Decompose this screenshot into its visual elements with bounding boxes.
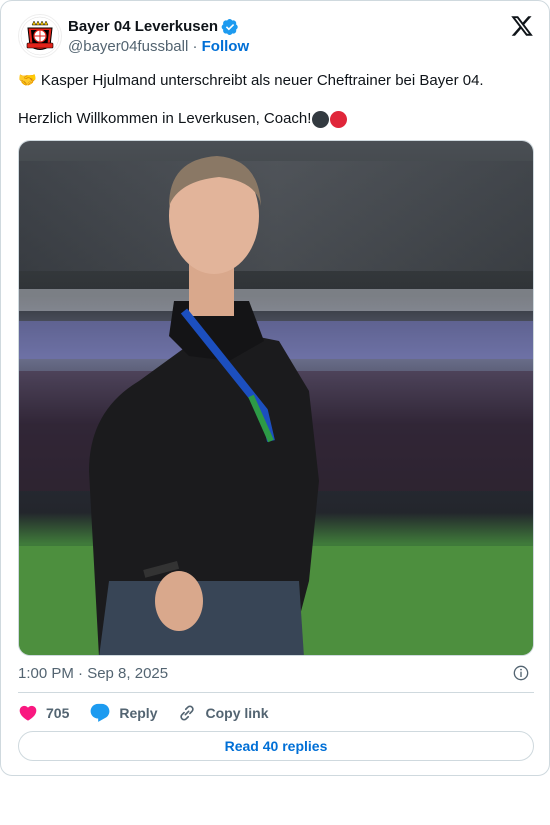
handle[interactable]: @bayer04fussball (68, 38, 188, 55)
black-circle-emoji (312, 110, 330, 128)
coach-photo-illustration (19, 141, 533, 655)
verified-badge-icon (221, 18, 238, 36)
tweet-text-line-1: 🤝 Kasper Hjulmand unterschreibt als neue… (18, 71, 534, 91)
name-row: Bayer 04 Leverkusen (68, 18, 239, 36)
separator: · (188, 38, 202, 55)
tweet-text-line-2: Herzlich Willkommen in Leverkusen, Coach… (18, 109, 534, 129)
reply-label: Reply (119, 705, 158, 721)
tweet-text-2: Herzlich Willkommen in Leverkusen, Coach… (18, 110, 312, 127)
handle-row: @bayer04fussball · Follow (68, 38, 249, 56)
reply-bubble-icon (90, 703, 110, 722)
tweet-photo[interactable] (18, 140, 534, 656)
reply-button[interactable]: Reply (89, 702, 157, 724)
handshake-emoji: 🤝 (18, 72, 37, 89)
x-logo-icon[interactable] (510, 14, 534, 38)
follow-button[interactable]: Follow (202, 38, 250, 55)
display-name[interactable]: Bayer 04 Leverkusen (68, 18, 218, 36)
heart-icon (19, 705, 37, 721)
info-icon[interactable] (513, 665, 529, 681)
like-button[interactable]: 705 (18, 703, 69, 723)
bayer-crest-logo (20, 16, 60, 56)
link-icon (180, 705, 195, 721)
tweet-text-1: Kasper Hjulmand unterschreibt als neuer … (36, 72, 484, 89)
embedded-tweet-card: Bayer 04 Leverkusen @bayer04fussball · F… (0, 0, 550, 776)
copy-link-button[interactable]: Copy link (177, 703, 269, 723)
divider (18, 692, 534, 693)
tweet-header: Bayer 04 Leverkusen @bayer04fussball · F… (18, 14, 534, 58)
like-count: 705 (46, 705, 70, 721)
tweet-timestamp[interactable]: 1:00 PM · Sep 8, 2025 (18, 664, 168, 684)
action-bar: 705 Reply Copy link (18, 700, 289, 726)
copy-link-label: Copy link (205, 705, 269, 721)
avatar[interactable] (18, 14, 62, 58)
read-replies-button[interactable]: Read 40 replies (18, 731, 534, 761)
red-circle-emoji (330, 110, 348, 128)
